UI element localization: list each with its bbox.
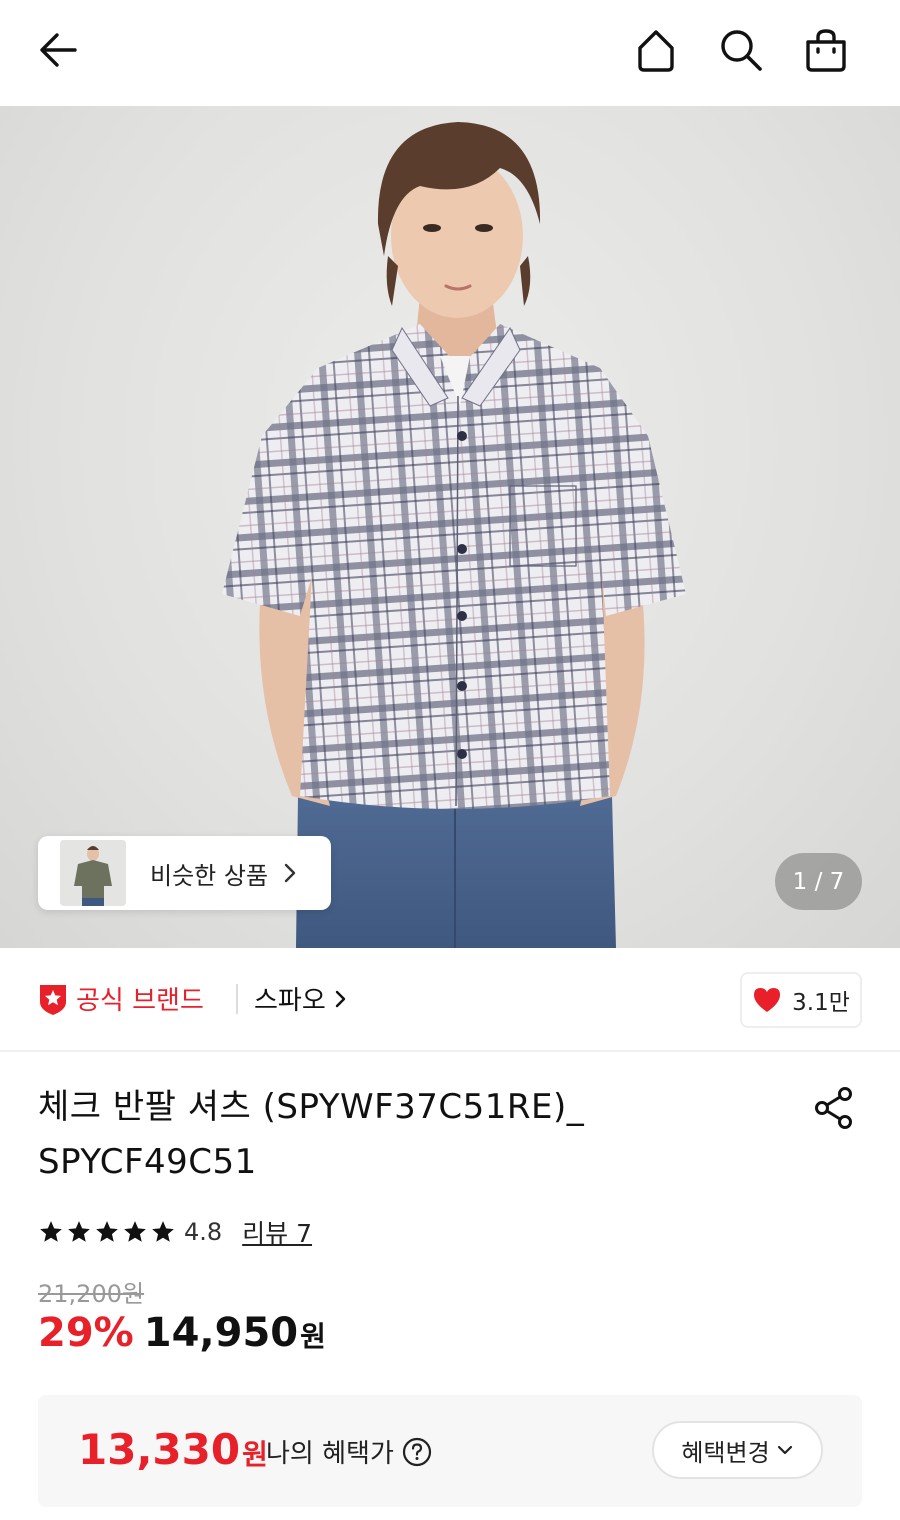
official-shield-star-icon [40,984,66,1015]
similar-product-thumbnail [60,840,126,906]
question-circle-icon [402,1437,431,1466]
official-brand-badge: 공식 브랜드 [38,980,204,1017]
benefit-label: 나의 혜택가 [266,1433,432,1470]
divider [236,984,238,1014]
similar-products-button[interactable]: 비슷한 상품 [38,836,331,910]
rating-row: 4.8 리뷰 7 [38,1212,312,1252]
share-button[interactable] [806,1080,862,1136]
sale-price: 14,950 [143,1310,299,1356]
product-photo [222,122,686,948]
product-title: 체크 반팔 셔츠 (SPYWF37C51RE)_SPYCF49C51 [38,1087,585,1182]
back-arrow-icon [40,33,77,67]
back-button[interactable] [30,22,86,78]
benefit-price-value: 13,330 [78,1425,241,1474]
home-button[interactable] [628,22,684,78]
star-icon [152,1221,174,1242]
star-icon [124,1221,146,1242]
chevron-down-icon [777,1445,792,1455]
price-row: 29% 14,950 원 [38,1310,326,1356]
rating-score: 4.8 [184,1218,223,1246]
star-icon [96,1221,118,1242]
help-button[interactable] [402,1437,432,1467]
shopping-bag-icon [806,29,846,72]
my-benefit-price-box: 13,330 원 나의 혜택가 혜택변경 [38,1395,862,1507]
product-image-carousel[interactable]: 비슷한 상품 1 / 7 [0,106,900,948]
change-benefit-button[interactable]: 혜택변경 [652,1421,823,1479]
benefit-currency: 원 [242,1438,268,1471]
search-button[interactable] [713,22,769,78]
star-icon [40,1221,62,1242]
change-benefit-label: 혜택변경 [681,1438,770,1467]
search-icon [721,30,762,71]
home-icon [638,30,674,72]
brand-link[interactable]: 스파오 [254,980,348,1017]
heart-icon [754,988,781,1012]
share-icon [815,1087,852,1129]
top-nav-bar [0,0,900,106]
similar-products-label: 비슷한 상품 [150,861,269,890]
like-button[interactable]: 3.1만 [740,972,862,1028]
benefit-label-text: 나의 혜택가 [266,1439,394,1469]
official-brand-label: 공식 브랜드 [76,986,204,1016]
cart-button[interactable] [798,22,854,78]
brand-name-label: 스파오 [254,986,326,1016]
original-price: 21,200원 [38,1280,145,1308]
like-count: 3.1만 [792,990,850,1016]
currency-unit: 원 [300,1320,326,1353]
brand-row: 공식 브랜드 스파오 3.1만 [0,948,900,1052]
discount-rate: 29% [38,1310,134,1356]
chevron-right-icon [335,990,345,1007]
star-icon [68,1221,90,1242]
chevron-right-icon [284,863,296,883]
image-page-indicator: 1 / 7 [775,853,862,910]
review-count-link[interactable]: 리뷰 7 [242,1214,312,1250]
star-rating [38,1219,176,1245]
benefit-price: 13,330 원 [78,1425,268,1474]
